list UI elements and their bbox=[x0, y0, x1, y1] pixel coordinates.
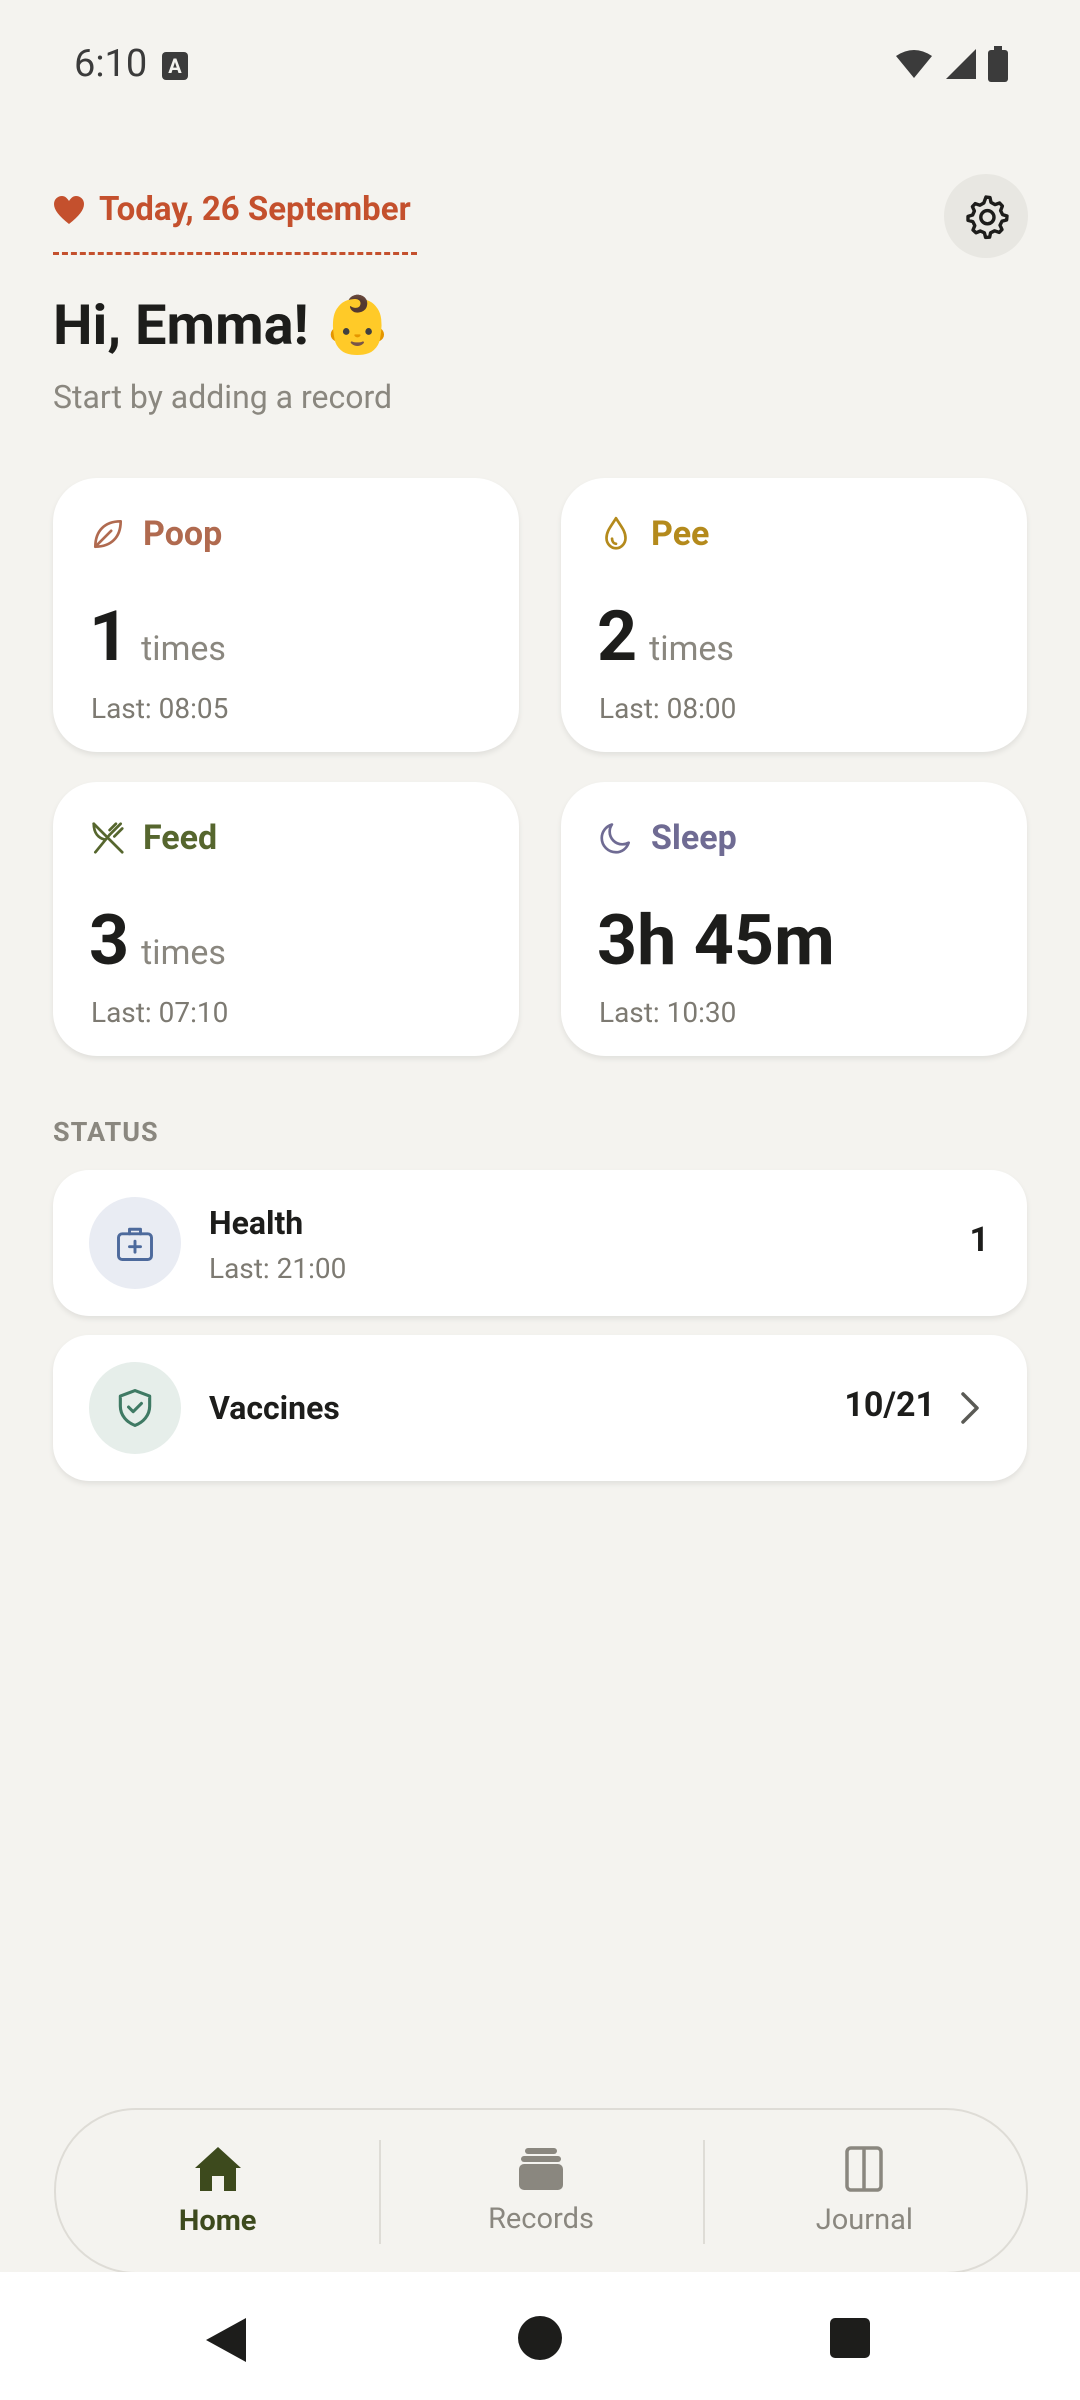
bottom-navigation: Home Records Journal bbox=[54, 2108, 1028, 2274]
health-icon-circle bbox=[89, 1197, 181, 1289]
leaf-icon bbox=[93, 519, 123, 549]
chevron-right-icon bbox=[961, 1392, 979, 1424]
home-circle-icon[interactable] bbox=[516, 2314, 564, 2362]
nav-records[interactable]: Records bbox=[379, 2110, 702, 2272]
greeting-title: Hi, Emma! 👶 bbox=[53, 292, 393, 358]
sleep-last-time: Last: 10:30 bbox=[599, 996, 737, 1029]
date-underline bbox=[53, 252, 417, 255]
feed-label: Feed bbox=[143, 818, 218, 858]
feed-card-header: Feed bbox=[89, 818, 217, 858]
pee-card-header: Pee bbox=[597, 514, 709, 554]
vaccines-count: 10/21 bbox=[844, 1385, 935, 1425]
vaccines-icon-circle bbox=[89, 1362, 181, 1454]
health-last-time: Last: 21:00 bbox=[209, 1252, 347, 1285]
feed-count: 3 bbox=[89, 900, 130, 982]
date-indicator[interactable]: Today, 26 September bbox=[53, 190, 411, 229]
recents-square-icon[interactable] bbox=[828, 2316, 872, 2360]
poop-last-time: Last: 08:05 bbox=[91, 692, 229, 725]
sleep-value: 3h 45m bbox=[597, 900, 835, 982]
wifi-icon bbox=[896, 50, 932, 78]
vaccines-row[interactable]: Vaccines 10/21 bbox=[53, 1335, 1027, 1481]
health-title: Health bbox=[209, 1204, 304, 1242]
poop-label: Poop bbox=[143, 514, 223, 554]
battery-icon bbox=[988, 46, 1008, 82]
pee-label: Pee bbox=[651, 514, 710, 554]
records-stack-icon bbox=[518, 2148, 563, 2190]
health-count: 1 bbox=[969, 1220, 989, 1260]
pee-value: 2 times bbox=[597, 596, 734, 678]
heart-icon bbox=[54, 195, 84, 224]
status-time: 6:10 bbox=[74, 42, 148, 86]
fork-knife-icon bbox=[92, 822, 124, 854]
vaccines-title: Vaccines bbox=[209, 1389, 340, 1427]
nav-journal[interactable]: Journal bbox=[702, 2110, 1026, 2272]
pee-count: 2 bbox=[597, 596, 638, 678]
shield-check-icon bbox=[118, 1389, 152, 1427]
settings-button[interactable] bbox=[944, 174, 1028, 258]
greeting-subtitle: Start by adding a record bbox=[53, 378, 393, 416]
feed-last-time: Last: 07:10 bbox=[91, 996, 229, 1029]
droplet-icon bbox=[605, 516, 627, 550]
journal-book-icon bbox=[845, 2146, 884, 2192]
feed-card[interactable]: Feed 3 times Last: 07:10 bbox=[53, 782, 519, 1056]
sleep-card-header: Sleep bbox=[597, 818, 737, 858]
sleep-duration: 3h 45m bbox=[597, 900, 835, 982]
status-bar: 6:10 A bbox=[0, 0, 1080, 130]
moon-icon bbox=[600, 823, 631, 854]
health-row[interactable]: Health Last: 21:00 1 bbox=[53, 1170, 1027, 1316]
home-icon bbox=[194, 2147, 241, 2191]
first-aid-kit-icon bbox=[117, 1227, 153, 1261]
system-navigation-bar bbox=[0, 2272, 1080, 2400]
notification-badge-icon: A bbox=[162, 52, 188, 80]
pee-card[interactable]: Pee 2 times Last: 08:00 bbox=[561, 478, 1027, 752]
sleep-card[interactable]: Sleep 3h 45m Last: 10:30 bbox=[561, 782, 1027, 1056]
poop-value: 1 times bbox=[89, 596, 226, 678]
sleep-label: Sleep bbox=[651, 818, 737, 858]
settings-gear-icon bbox=[966, 195, 1009, 240]
status-icons bbox=[894, 46, 1008, 82]
poop-count: 1 bbox=[89, 596, 130, 678]
nav-records-label: Records bbox=[488, 2202, 594, 2236]
nav-home[interactable]: Home bbox=[56, 2110, 379, 2272]
nav-journal-label: Journal bbox=[815, 2203, 913, 2237]
nav-home-label: Home bbox=[178, 2204, 257, 2238]
pee-last-time: Last: 08:00 bbox=[599, 692, 737, 725]
feed-value: 3 times bbox=[89, 900, 226, 982]
status-section-label: STATUS bbox=[53, 1116, 159, 1148]
date-label: Today, 26 September bbox=[99, 190, 411, 229]
poop-card-header: Poop bbox=[89, 514, 222, 554]
pee-unit: times bbox=[649, 629, 734, 669]
feed-unit: times bbox=[141, 933, 226, 973]
signal-icon bbox=[946, 49, 976, 79]
back-icon[interactable] bbox=[202, 2314, 250, 2366]
poop-unit: times bbox=[141, 629, 226, 669]
poop-card[interactable]: Poop 1 times Last: 08:05 bbox=[53, 478, 519, 752]
